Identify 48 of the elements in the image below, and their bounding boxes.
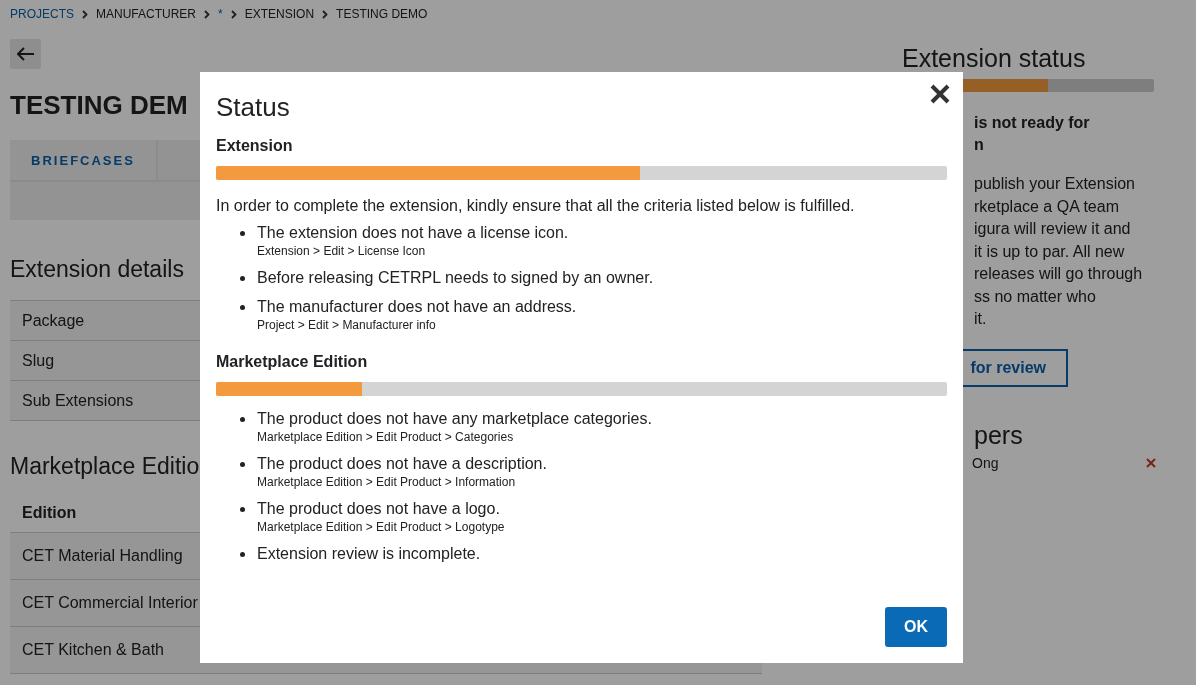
breadcrumb-item: EXTENSION — [244, 7, 315, 21]
criterion-text: The product does not have a description. — [257, 454, 547, 474]
breadcrumb-item[interactable]: * — [218, 7, 223, 21]
criterion-path: Marketplace Edition > Edit Product > Categories — [257, 429, 515, 445]
criterion-path: Marketplace Edition > Edit Product > Logotype — [257, 519, 505, 535]
bullet-icon — [240, 305, 245, 310]
criterion-path: Extension > Edit > License Icon — [257, 243, 427, 259]
back-button[interactable] — [10, 39, 41, 69]
criterion-text: The extension does not have a license icon. — [257, 223, 569, 243]
chevron-icon — [322, 9, 329, 19]
chevron-icon — [204, 9, 211, 19]
bullet-icon — [240, 507, 245, 512]
criterion-text: The manufacturer does not have an address. — [257, 297, 577, 317]
close-icon[interactable] — [930, 84, 950, 104]
section-heading: pers — [974, 420, 1023, 451]
breadcrumb-item: MANUFACTURER — [96, 7, 197, 21]
intro-text: In order to complete the extension, kindly ensure that all the criteria listed below is fulfilled. — [216, 197, 856, 215]
criterion-path: Marketplace Edition > Edit Product > Information — [257, 474, 517, 490]
bullet-icon — [240, 231, 245, 236]
remove-icon[interactable] — [1146, 457, 1156, 468]
section-heading: Extension details — [10, 256, 184, 284]
bullet-icon — [240, 552, 245, 557]
detail-row: Package — [10, 301, 200, 341]
chevron-icon — [230, 9, 237, 19]
detail-row: Sub Extensions — [10, 381, 200, 421]
section-heading: Extension — [216, 137, 294, 155]
bullet-icon — [240, 417, 245, 422]
ok-button[interactable]: OK — [885, 607, 947, 647]
dialog-title: Status — [216, 92, 290, 124]
bullet-icon — [240, 276, 245, 281]
page-title: TESTING DEM — [10, 90, 188, 122]
status-notice: is not ready for n — [974, 113, 1091, 155]
section-heading: Extension status — [902, 44, 1086, 74]
chevron-icon — [82, 9, 88, 19]
criterion-text: Extension review is incomplete. — [257, 544, 481, 564]
criterion-path: Project > Edit > Manufacturer info — [257, 317, 437, 333]
section-heading: Marketplace Edition — [216, 353, 369, 371]
section-heading: Marketplace Editio — [10, 453, 200, 481]
breadcrumb-item: TESTING DEMO — [336, 7, 428, 21]
breadcrumb-item[interactable]: PROJECTS — [10, 7, 74, 21]
criterion-text: Before releasing CETRPL needs to signed by an owner. — [257, 268, 654, 288]
detail-row: Slug — [10, 341, 200, 381]
developer-name: Ong — [972, 454, 999, 471]
arrow-left-icon — [16, 47, 35, 61]
status-description: publish your Extension rketplace a QA team igura will review it and it is up to par. All new releases will go through ss no matter who it. — [974, 174, 1144, 329]
criterion-text: The product does not have a logo. — [257, 499, 501, 519]
bullet-icon — [240, 462, 245, 467]
criterion-text: The product does not have any marketplace categories. — [257, 409, 652, 429]
